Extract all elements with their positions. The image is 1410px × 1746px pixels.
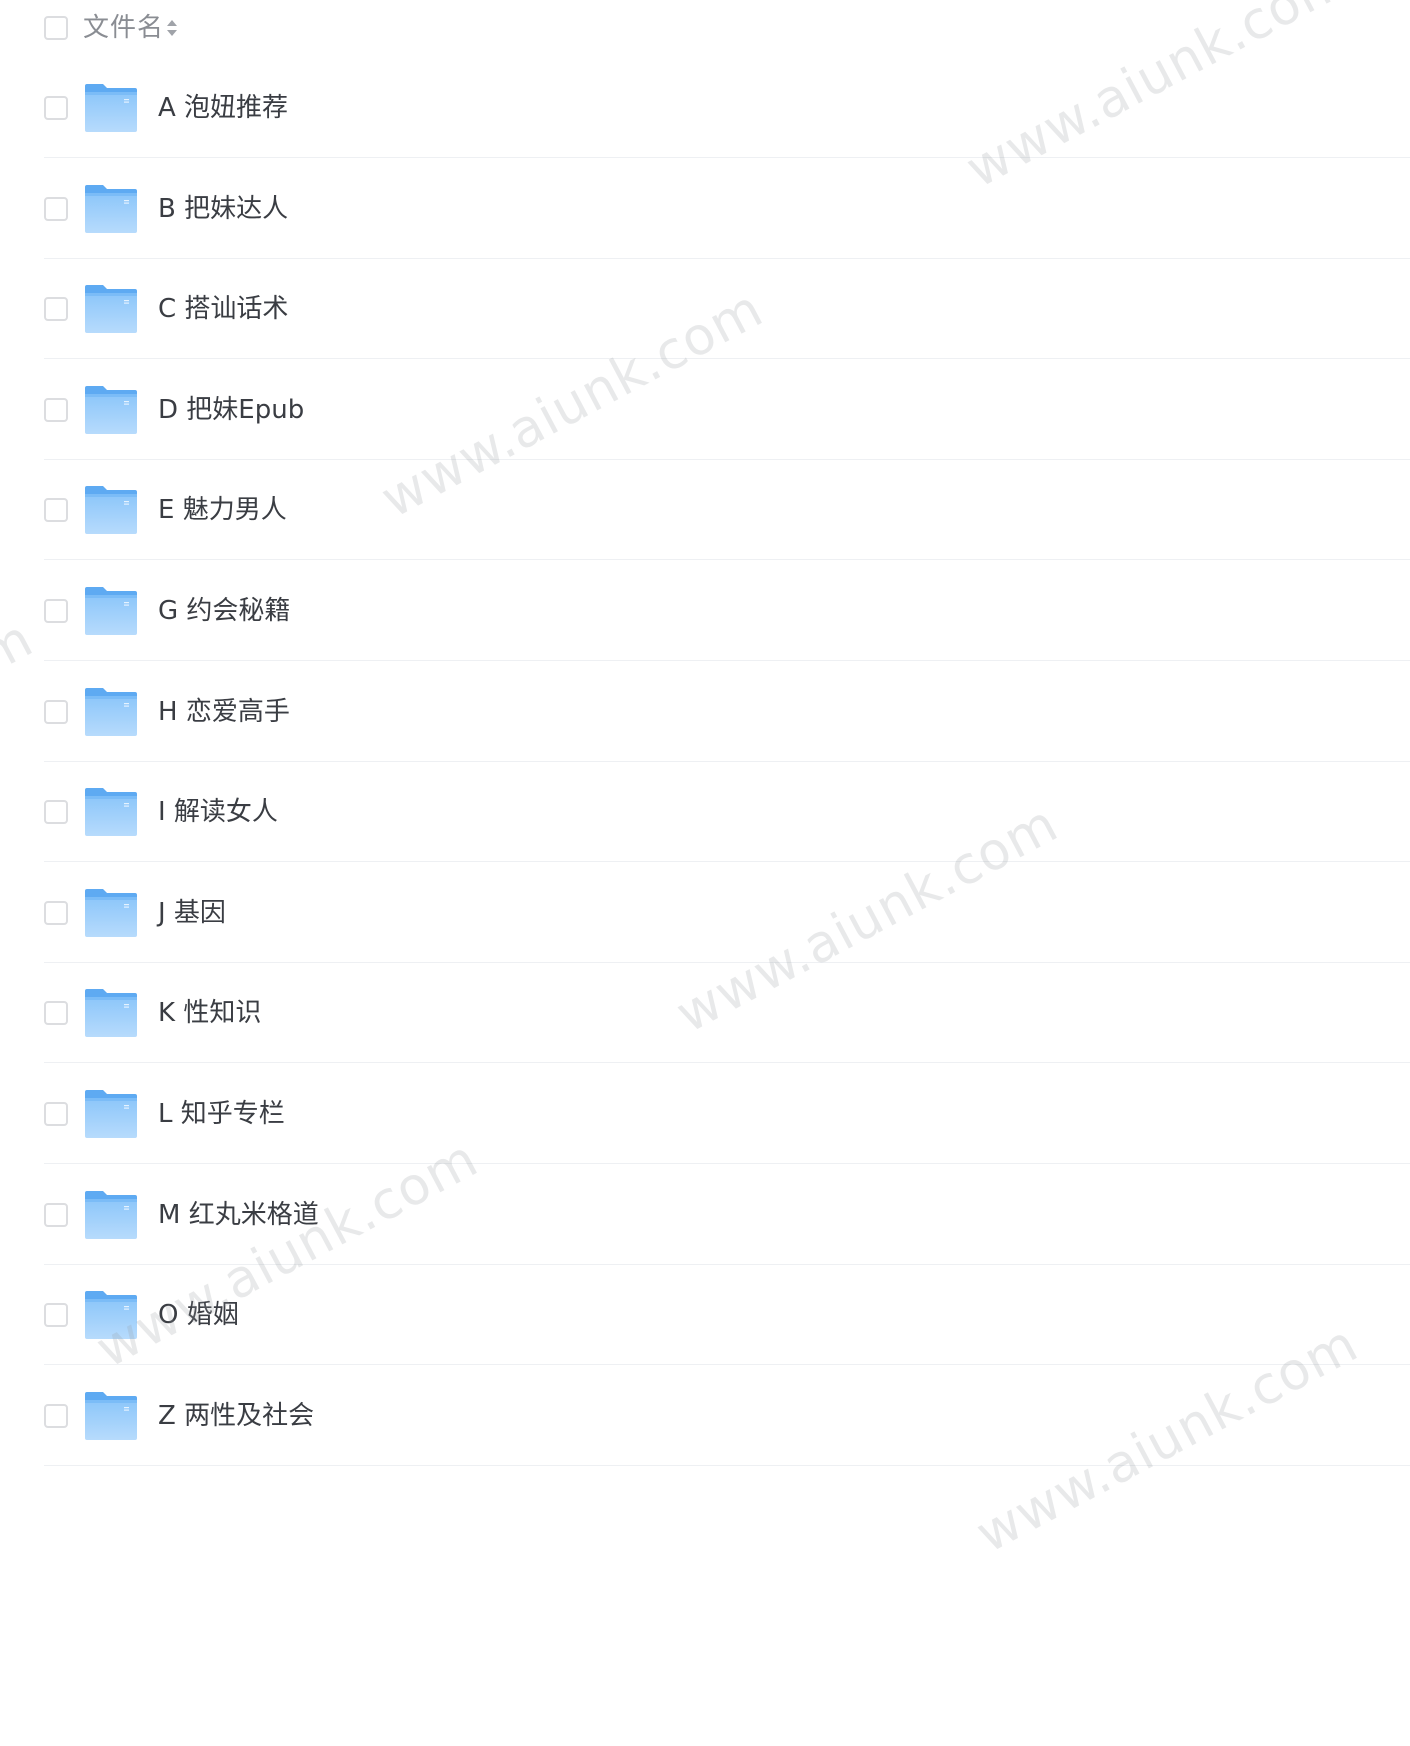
folder-icon bbox=[85, 989, 137, 1038]
row-checkbox[interactable] bbox=[44, 1202, 68, 1227]
row-checkbox[interactable] bbox=[44, 1001, 68, 1026]
folder-icon bbox=[85, 1190, 137, 1239]
list-item[interactable]: D 把妹Epub bbox=[0, 360, 1410, 460]
list-item[interactable]: H 恋爱高手 bbox=[0, 662, 1410, 762]
row-checkbox[interactable] bbox=[44, 297, 68, 322]
list-item[interactable]: I 解读女人 bbox=[0, 762, 1410, 863]
folder-icon bbox=[85, 385, 137, 434]
list-item[interactable]: B 把妹达人 bbox=[0, 159, 1410, 259]
file-name[interactable]: M 红丸米格道 bbox=[158, 1198, 319, 1232]
folder-icon bbox=[85, 687, 137, 736]
folder-icon bbox=[85, 888, 137, 937]
list-item[interactable]: C 搭讪话术 bbox=[0, 259, 1410, 360]
file-list-page: 文件名 A 泡妞推荐 B 把妹达人 C 搭讪话术 D 把妹Epub E 魅力男人 G 约会… bbox=[0, 0, 1410, 1746]
file-name[interactable]: L 知乎专栏 bbox=[158, 1097, 285, 1131]
row-checkbox[interactable] bbox=[44, 1303, 68, 1328]
sort-updown-icon[interactable] bbox=[165, 17, 179, 39]
file-name[interactable]: G 约会秘籍 bbox=[158, 594, 290, 628]
row-checkbox[interactable] bbox=[44, 196, 68, 221]
list-item[interactable]: J 基因 bbox=[0, 863, 1410, 963]
row-checkbox[interactable] bbox=[44, 699, 68, 724]
file-name[interactable]: A 泡妞推荐 bbox=[158, 91, 288, 125]
list-item[interactable]: E 魅力男人 bbox=[0, 460, 1410, 561]
folder-icon bbox=[85, 486, 137, 535]
row-checkbox[interactable] bbox=[44, 1403, 68, 1428]
file-name[interactable]: H 恋爱高手 bbox=[158, 695, 290, 729]
file-name[interactable]: E 魅力男人 bbox=[158, 493, 287, 527]
row-checkbox[interactable] bbox=[44, 397, 68, 422]
file-name[interactable]: J 基因 bbox=[158, 896, 226, 930]
list-item[interactable]: K 性知识 bbox=[0, 963, 1410, 1064]
folder-icon bbox=[85, 1291, 137, 1340]
folder-icon bbox=[85, 788, 137, 837]
list-item[interactable]: A 泡妞推荐 bbox=[0, 58, 1410, 158]
file-name[interactable]: O 婚姻 bbox=[158, 1298, 239, 1332]
file-name[interactable]: C 搭讪话术 bbox=[158, 292, 288, 326]
file-name[interactable]: Z 两性及社会 bbox=[158, 1399, 314, 1433]
row-checkbox[interactable] bbox=[44, 599, 68, 623]
file-name[interactable]: B 把妹达人 bbox=[158, 192, 288, 226]
row-checkbox[interactable] bbox=[44, 800, 68, 825]
row-checkbox[interactable] bbox=[44, 900, 68, 925]
folder-icon bbox=[85, 285, 137, 334]
folder-icon bbox=[85, 1090, 137, 1138]
list-item[interactable]: O 婚姻 bbox=[0, 1265, 1410, 1366]
folder-icon bbox=[85, 587, 137, 635]
list-item[interactable]: L 知乎专栏 bbox=[0, 1064, 1410, 1164]
select-all-checkbox[interactable] bbox=[44, 16, 68, 40]
folder-icon bbox=[85, 184, 137, 233]
folder-icon bbox=[85, 1391, 137, 1440]
row-divider bbox=[44, 1464, 1410, 1466]
column-header-filename[interactable]: 文件名 bbox=[83, 13, 164, 43]
list-header: 文件名 bbox=[0, 0, 1410, 60]
row-checkbox[interactable] bbox=[44, 96, 68, 120]
file-name[interactable]: I 解读女人 bbox=[158, 795, 278, 829]
row-checkbox[interactable] bbox=[44, 1102, 68, 1126]
file-name[interactable]: D 把妹Epub bbox=[158, 393, 304, 427]
folder-icon bbox=[85, 84, 137, 132]
list-item[interactable]: G 约会秘籍 bbox=[0, 561, 1410, 661]
list-item[interactable]: Z 两性及社会 bbox=[0, 1366, 1410, 1466]
file-name[interactable]: K 性知识 bbox=[158, 996, 261, 1030]
row-checkbox[interactable] bbox=[44, 498, 68, 523]
list-item[interactable]: M 红丸米格道 bbox=[0, 1165, 1410, 1265]
